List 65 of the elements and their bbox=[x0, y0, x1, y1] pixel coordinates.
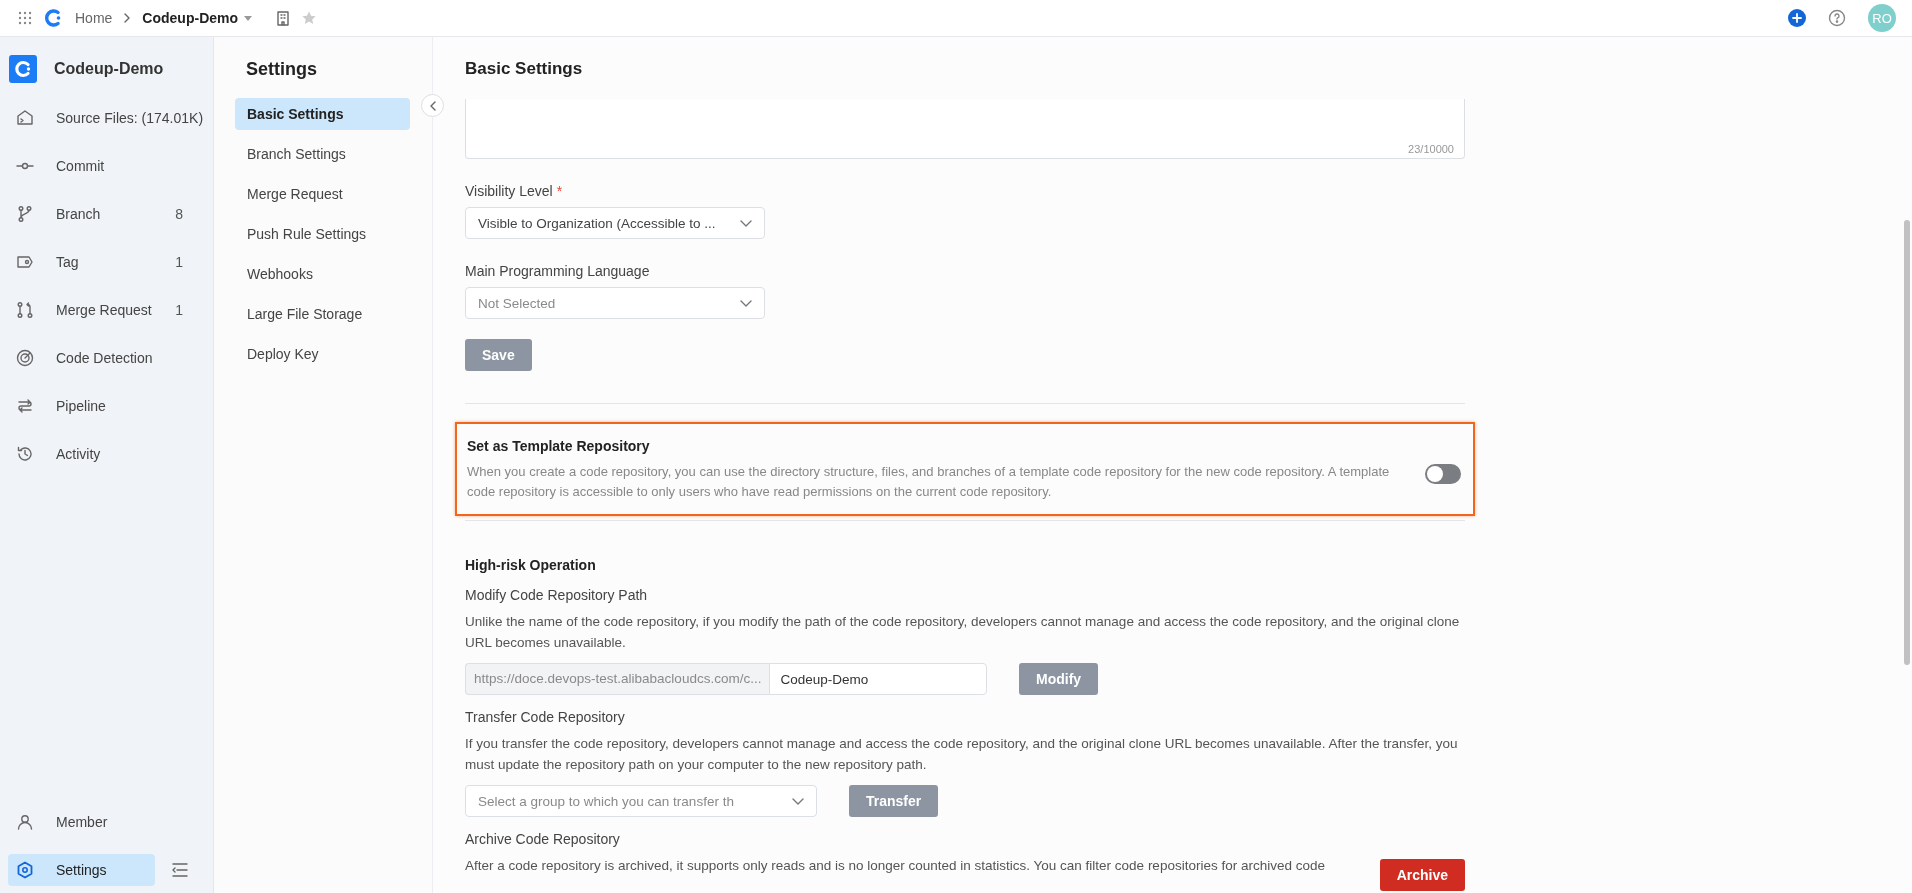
help-icon[interactable] bbox=[1828, 9, 1846, 27]
breadcrumb-link[interactable]: Home bbox=[75, 10, 113, 26]
app-grid-icon[interactable] bbox=[17, 10, 33, 26]
sidebar-item[interactable]: Settings bbox=[8, 854, 155, 886]
description-text: When you create a code repository, you can use the directory structure, files, and branches of a template code repository for the new code repository. A template code repository is accessible to only users who have read permissions on the current code repository. bbox=[467, 463, 1391, 501]
required-mark: * bbox=[556, 183, 563, 199]
language-select[interactable]: Not Selected bbox=[465, 287, 765, 319]
description-text: If you transfer the code repository, developers cannot manage and access the code repository, and the original clone URL becomes unavailable. After the transfer, you must update the repository path on your computer to the new repository path. bbox=[465, 735, 1459, 774]
settings-nav-item[interactable]: Webhooks bbox=[235, 258, 410, 290]
sidebar-item[interactable]: Code Detection bbox=[8, 342, 205, 374]
sidebar-item[interactable]: Merge Request 1 bbox=[8, 294, 205, 326]
subsection-title: Archive Code Repository bbox=[465, 831, 621, 847]
field-label: Visibility Level bbox=[465, 183, 553, 199]
sidebar-item[interactable]: Tag 1 bbox=[8, 246, 205, 278]
sidebar-item[interactable]: Source Files: (174.01K) bbox=[8, 102, 205, 134]
subsection-title: Modify Code Repository Path bbox=[465, 587, 649, 603]
chevron-down-icon bbox=[792, 797, 804, 805]
sidebar-item[interactable]: Pipeline bbox=[8, 390, 205, 422]
target-icon bbox=[16, 349, 34, 367]
chevron-left-icon bbox=[428, 100, 437, 111]
tag-icon bbox=[16, 253, 34, 271]
scrollbar-thumb[interactable] bbox=[1904, 220, 1910, 665]
settings-icon bbox=[16, 861, 34, 879]
url-prefix: https://doce.devops-test.alibabacloudcs.com/c... bbox=[465, 663, 770, 695]
section-title: High-risk Operation bbox=[465, 557, 597, 573]
chevron-down-icon bbox=[740, 219, 752, 227]
chevron-down-icon bbox=[740, 299, 752, 307]
sidebar-item[interactable]: Commit bbox=[8, 150, 205, 182]
sidebar-item[interactable]: Activity bbox=[8, 438, 205, 470]
settings-nav-item[interactable]: Basic Settings bbox=[235, 98, 410, 130]
star-icon[interactable] bbox=[301, 10, 318, 26]
settings-nav-item[interactable]: Branch Settings bbox=[235, 138, 410, 170]
project-name: Codeup-Demo bbox=[54, 60, 164, 78]
merge-request-icon bbox=[16, 301, 34, 319]
section-title: Set as Template Repository bbox=[467, 438, 651, 454]
project-logo-icon bbox=[9, 55, 37, 83]
toggle-switch[interactable] bbox=[1425, 464, 1461, 484]
page-title: Basic Settings bbox=[465, 58, 584, 80]
collapse-sidebar-icon[interactable] bbox=[171, 861, 189, 879]
caret-icon bbox=[243, 14, 254, 22]
sidebar-item[interactable]: Member bbox=[8, 806, 205, 838]
branch-icon bbox=[16, 205, 34, 223]
subsection-title: Transfer Code Repository bbox=[465, 709, 626, 725]
field-label: Main Programming Language bbox=[465, 263, 650, 279]
settings-nav-item[interactable]: Push Rule Settings bbox=[235, 218, 410, 250]
settings-nav-item[interactable]: Merge Request bbox=[235, 178, 410, 210]
repository-icon bbox=[16, 109, 34, 127]
settings-nav-item[interactable]: Large File Storage bbox=[235, 298, 410, 330]
group-select[interactable]: Select a group to which you can transfer th bbox=[465, 785, 817, 817]
pipeline-icon bbox=[16, 397, 34, 415]
path-field[interactable]: Codeup-Demo bbox=[769, 663, 987, 695]
visibility-select[interactable]: Visible to Organization (Accessible to ... bbox=[465, 207, 765, 239]
history-icon bbox=[16, 445, 34, 463]
logo-icon[interactable] bbox=[43, 8, 63, 28]
character-counter: 23/10000 bbox=[1408, 143, 1454, 155]
plus-icon[interactable] bbox=[1788, 9, 1806, 27]
project-switcher[interactable]: Codeup-Demo bbox=[142, 10, 254, 26]
building-icon[interactable] bbox=[275, 10, 292, 26]
panel-title: Settings bbox=[246, 58, 318, 81]
sidebar-item[interactable]: Branch 8 bbox=[8, 198, 205, 230]
description-text: Unlike the name of the code repository, if you modify the path of the code repository, developers cannot manage and access the code repository, and the original clone URL becomes unavailable. bbox=[465, 613, 1461, 652]
description-text: After a code repository is archived, it supports only reads and is no longer counted in statistics. You can filter code repositories for archived code bbox=[465, 857, 1326, 875]
settings-nav-item[interactable]: Deploy Key bbox=[235, 338, 410, 370]
archive-button[interactable]: Archive bbox=[1379, 859, 1465, 891]
person-icon bbox=[16, 813, 34, 831]
